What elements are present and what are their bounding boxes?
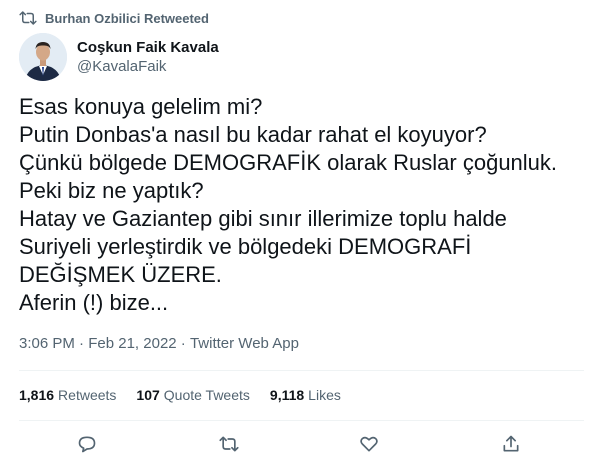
reply-button[interactable] bbox=[76, 433, 98, 455]
tweet-text: Esas konuya gelelim mi? Putin Donbas'a n… bbox=[19, 93, 584, 317]
retweet-icon bbox=[219, 436, 239, 452]
retweet-header-text[interactable]: Burhan Ozbilici Retweeted bbox=[45, 11, 209, 26]
tweet-date[interactable]: Feb 21, 2022 bbox=[88, 335, 176, 352]
retweets-label: Retweets bbox=[58, 387, 117, 403]
tweet-source[interactable]: Twitter Web App bbox=[190, 335, 299, 352]
share-button[interactable] bbox=[500, 433, 522, 455]
share-icon bbox=[503, 435, 519, 452]
likes-count: 9,118 bbox=[269, 387, 305, 403]
reply-icon bbox=[78, 436, 96, 453]
avatar[interactable] bbox=[19, 33, 67, 81]
tweet-line: DEĞİŞMEK ÜZERE. bbox=[19, 262, 222, 287]
tweet-line: Çünkü bölgede DEMOGRAFİK olarak Ruslar ç… bbox=[19, 150, 558, 175]
tweet-stats: 1,816 Retweets 107 Quote Tweets 9,118 Likes bbox=[19, 387, 341, 403]
tweet-line: Aferin (!) bize... bbox=[19, 290, 169, 315]
author-block: Coşkun Faik Kavala @KavalaFaik bbox=[19, 33, 219, 81]
avatar-image bbox=[19, 33, 67, 81]
tweet-line: Suriyeli yerleştirdik ve bölgedeki DEMOG… bbox=[19, 234, 472, 259]
tweet-line: Putin Donbas'a nasıl bu kadar rahat el k… bbox=[19, 122, 487, 147]
tweet-time[interactable]: 3:06 PM bbox=[19, 335, 75, 352]
meta-separator: · bbox=[74, 335, 89, 352]
tweet-line: Esas konuya gelelim mi? bbox=[19, 94, 263, 119]
retweet-header: Burhan Ozbilici Retweeted bbox=[19, 9, 209, 27]
tweet-actions bbox=[0, 433, 598, 457]
meta-separator: · bbox=[176, 335, 190, 352]
like-icon bbox=[360, 436, 378, 452]
like-button[interactable] bbox=[358, 433, 380, 455]
tweet-meta: 3:06 PM · Feb 21, 2022 · Twitter Web App bbox=[19, 335, 299, 352]
divider bbox=[19, 370, 584, 371]
retweet-button[interactable] bbox=[218, 433, 240, 455]
retweet-icon bbox=[19, 11, 37, 25]
likes-label: Likes bbox=[308, 387, 341, 403]
quotes-count: 107 bbox=[136, 387, 160, 403]
tweet-line: Peki biz ne yaptık? bbox=[19, 178, 204, 203]
retweets-count: 1,816 bbox=[19, 387, 55, 403]
author-handle[interactable]: @KavalaFaik bbox=[77, 57, 219, 76]
quotes-label: Quote Tweets bbox=[163, 387, 250, 403]
quote-tweets-stat[interactable]: 107 Quote Tweets bbox=[136, 387, 250, 403]
divider bbox=[19, 420, 584, 421]
tweet-line: Hatay ve Gaziantep gibi sınır illerimize… bbox=[19, 206, 507, 231]
retweets-stat[interactable]: 1,816 Retweets bbox=[19, 387, 116, 403]
likes-stat[interactable]: 9,118 Likes bbox=[270, 387, 341, 403]
author-display-name[interactable]: Coşkun Faik Kavala bbox=[77, 38, 219, 57]
